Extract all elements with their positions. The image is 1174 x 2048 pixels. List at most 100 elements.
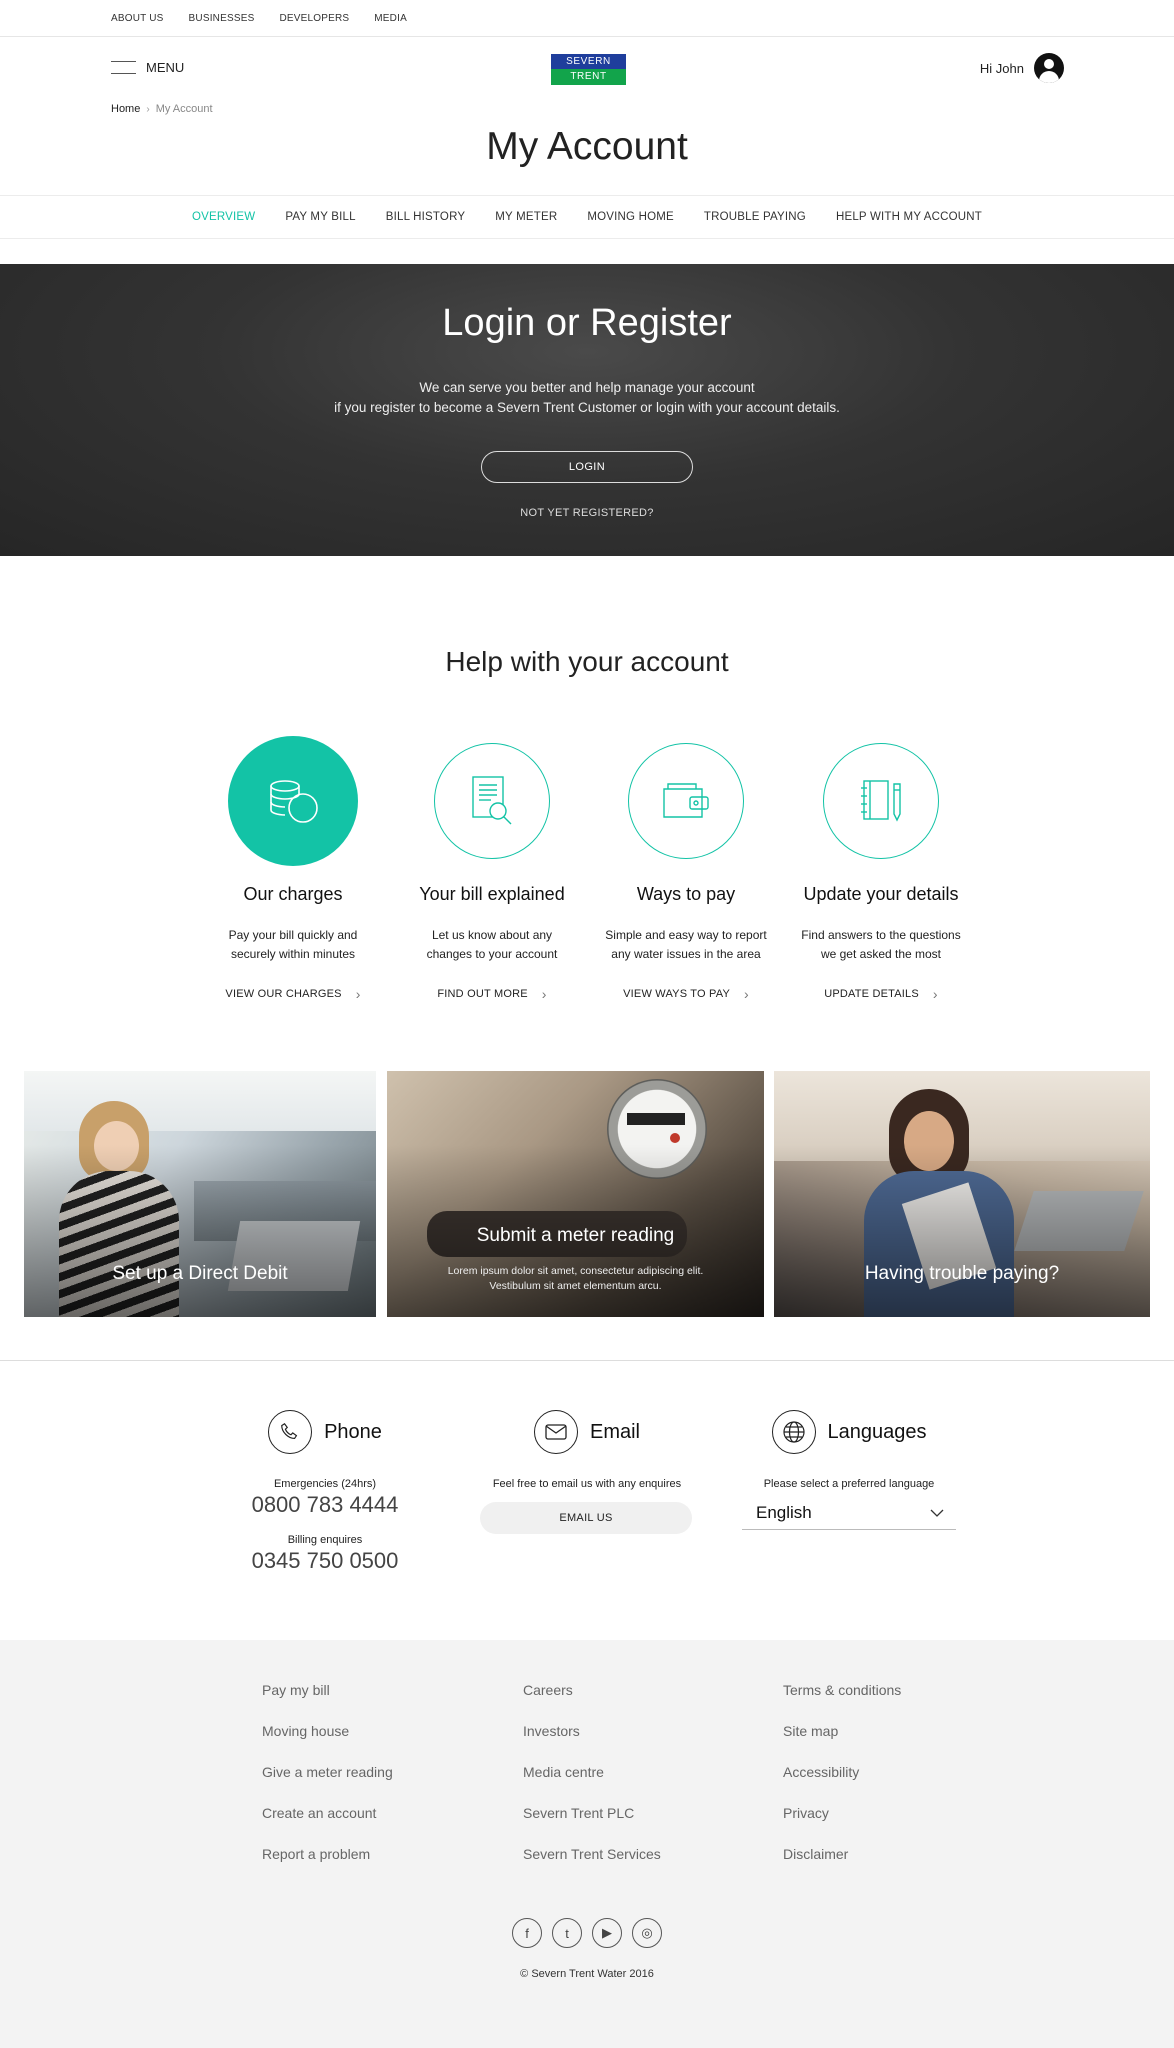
help-card-line: Let us know about any — [431, 928, 553, 942]
tile-title: Set up a Direct Debit — [112, 1263, 288, 1284]
tile-title: Having trouble paying? — [864, 1263, 1060, 1284]
footer-link[interactable]: Terms & conditions — [783, 1682, 901, 1723]
login-button[interactable]: LOGIN — [481, 451, 693, 483]
view-our-charges-link[interactable]: VIEW OUR CHARGES › — [198, 986, 388, 1002]
help-card-title: Update your details — [803, 884, 959, 904]
utility-link-about[interactable]: ABOUT US — [111, 13, 164, 24]
hero-line-1: We can serve you better and help manage … — [419, 380, 755, 395]
bill-search-icon[interactable] — [434, 743, 550, 859]
language-select[interactable]: English — [742, 1496, 956, 1530]
footer-link[interactable]: Privacy — [783, 1805, 901, 1846]
email-us-button[interactable]: EMAIL US — [480, 1502, 692, 1534]
register-link: NOT YET REGISTERED? — [0, 507, 1174, 519]
coins-icon[interactable] — [228, 736, 358, 866]
contact-languages: Languages Please select a preferred lang… — [742, 1410, 956, 1530]
footer-column-1: Pay my bill Moving house Give a meter re… — [262, 1682, 393, 1887]
footer-link[interactable]: Moving house — [262, 1723, 393, 1764]
utility-link-media[interactable]: MEDIA — [374, 13, 407, 24]
utility-nav: ABOUT US BUSINESSES DEVELOPERS MEDIA — [0, 0, 1174, 37]
help-card-text: Let us know about any changes to your acc… — [397, 926, 587, 964]
footer-link[interactable]: Media centre — [523, 1764, 661, 1805]
twitter-icon[interactable]: t — [552, 1918, 582, 1948]
wallet-icon[interactable] — [628, 743, 744, 859]
view-ways-to-pay-link[interactable]: VIEW WAYS TO PAY › — [591, 986, 781, 1002]
tab-pay-my-bill[interactable]: PAY MY BILL — [285, 211, 355, 223]
envelope-icon — [533, 1410, 578, 1454]
tab-moving-home[interactable]: MOVING HOME — [587, 211, 674, 223]
cta-label: UPDATE DETAILS — [824, 988, 919, 1000]
footer-link[interactable]: Careers — [523, 1682, 661, 1723]
help-card-bill-explained: Your bill explained Let us know about an… — [397, 736, 587, 1002]
languages-label: Languages — [827, 1420, 927, 1443]
logo-top-text: SEVERN — [551, 54, 626, 69]
instagram-icon[interactable]: ◎ — [632, 1918, 662, 1948]
tab-trouble-paying[interactable]: TROUBLE PAYING — [704, 211, 806, 223]
youtube-icon[interactable]: ▶ — [592, 1918, 622, 1948]
tab-overview[interactable]: OVERVIEW — [192, 211, 255, 223]
footer-link[interactable]: Report a problem — [262, 1846, 393, 1887]
breadcrumb-chevron-icon: › — [146, 103, 150, 115]
utility-link-businesses[interactable]: BUSINESSES — [189, 13, 255, 24]
breadcrumb-home[interactable]: Home — [111, 103, 140, 115]
language-selected-value: English — [756, 1502, 812, 1522]
contact-phone: Phone Emergencies (24hrs) 0800 783 4444 … — [230, 1410, 420, 1574]
notebook-icon[interactable] — [823, 743, 939, 859]
hero-line-2: if you register to become a Severn Trent… — [334, 400, 840, 415]
chevron-down-icon — [930, 1506, 944, 1520]
severn-trent-logo[interactable]: SEVERN TRENT — [551, 54, 626, 85]
help-card-line: any water issues in the area — [611, 947, 761, 961]
footer-link[interactable]: Investors — [523, 1723, 661, 1764]
section-divider — [0, 1360, 1174, 1361]
logo-bottom-text: TRENT — [551, 69, 626, 85]
tab-bill-history[interactable]: BILL HISTORY — [386, 211, 466, 223]
tab-help-with-account[interactable]: HELP WITH MY ACCOUNT — [836, 211, 982, 223]
social-links: f t ▶ ◎ — [0, 1918, 1174, 1948]
cta-label: FIND OUT MORE — [437, 988, 528, 1000]
emergency-label: Emergencies (24hrs) — [273, 1478, 377, 1490]
help-card-update-details: Update your details Find answers to the … — [786, 736, 976, 1002]
footer-link[interactable]: Severn Trent Services — [523, 1846, 661, 1887]
footer-link[interactable]: Create an account — [262, 1805, 393, 1846]
help-card-text: Simple and easy way to report any water i… — [591, 926, 781, 964]
help-card-line: Find answers to the questions — [801, 928, 961, 942]
footer-link[interactable]: Severn Trent PLC — [523, 1805, 661, 1846]
languages-text: Please select a preferred language — [763, 1478, 935, 1490]
email-text: Feel free to email us with any enquires — [492, 1478, 682, 1490]
help-card-text: Find answers to the questions we get aske… — [786, 926, 976, 964]
footer-link[interactable]: Give a meter reading — [262, 1764, 393, 1805]
hamburger-icon — [111, 60, 136, 75]
tab-my-meter[interactable]: MY METER — [495, 211, 557, 223]
footer-column-2: Careers Investors Media centre Severn Tr… — [523, 1682, 661, 1887]
update-details-link[interactable]: UPDATE DETAILS › — [786, 986, 976, 1002]
help-section-title: Help with your account — [445, 646, 729, 677]
emergency-number[interactable]: 0800 783 4444 — [230, 1492, 420, 1518]
help-card-charges: Our charges Pay your bill quickly and sec… — [198, 736, 388, 1002]
direct-debit-tile[interactable]: Set up a Direct Debit — [24, 1071, 376, 1317]
utility-link-developers[interactable]: DEVELOPERS — [279, 13, 349, 24]
meter-reading-tile[interactable]: Submit a meter reading Lorem ipsum dolor… — [387, 1071, 764, 1317]
tile-text-line: Vestibulum sit amet elementum arcu. — [489, 1280, 662, 1292]
facebook-icon[interactable]: f — [512, 1918, 542, 1948]
footer-link[interactable]: Accessibility — [783, 1764, 901, 1805]
tile-title: Submit a meter reading — [476, 1225, 675, 1246]
user-greeting: Hi John — [979, 60, 1024, 76]
chevron-right-icon: › — [541, 986, 547, 1002]
menu-label: MENU — [146, 60, 185, 75]
billing-number[interactable]: 0345 750 0500 — [230, 1548, 420, 1574]
menu-button[interactable]: MENU — [111, 60, 184, 75]
user-account[interactable]: Hi John — [980, 53, 1064, 83]
globe-icon — [771, 1410, 816, 1454]
footer-link[interactable]: Pay my bill — [262, 1682, 393, 1723]
footer-link[interactable]: Disclaimer — [783, 1846, 901, 1887]
account-tabs: OVERVIEW PAY MY BILL BILL HISTORY MY MET… — [0, 195, 1174, 239]
register-link-text[interactable]: NOT YET REGISTERED? — [520, 507, 653, 519]
help-card-title: Your bill explained — [419, 884, 565, 904]
help-card-text: Pay your bill quickly and securely within… — [198, 926, 388, 964]
find-out-more-link[interactable]: FIND OUT MORE › — [397, 986, 587, 1002]
phone-label: Phone — [324, 1420, 382, 1443]
avatar-icon — [1034, 53, 1064, 83]
help-card-ways-to-pay: Ways to pay Simple and easy way to repor… — [591, 736, 781, 1002]
footer-link[interactable]: Site map — [783, 1723, 901, 1764]
copyright: © Severn Trent Water 2016 — [520, 1968, 654, 1980]
trouble-paying-tile[interactable]: Having trouble paying? — [774, 1071, 1150, 1317]
